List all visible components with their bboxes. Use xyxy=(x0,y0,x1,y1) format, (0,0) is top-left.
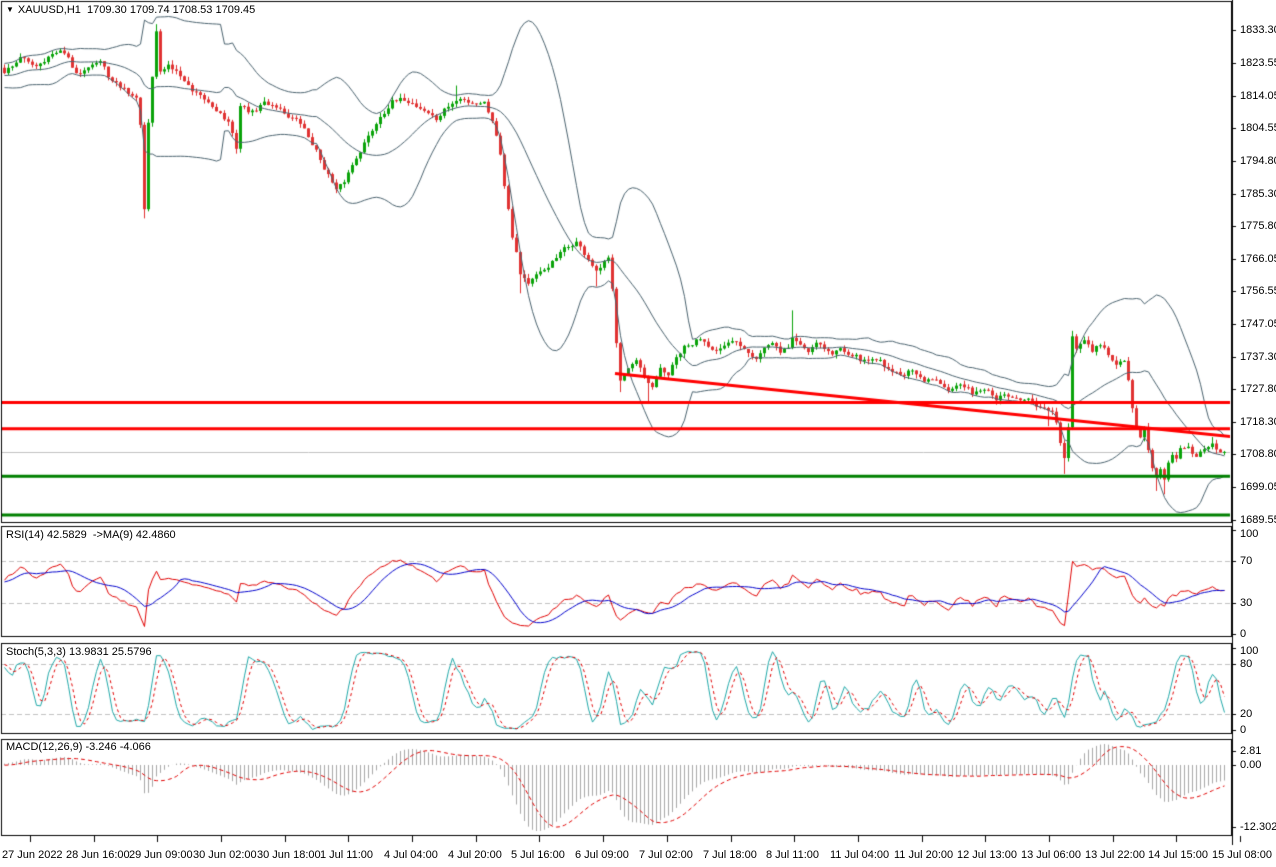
price-axis-label: 1708.80 xyxy=(1240,448,1276,461)
price-axis-label: 1804.55 xyxy=(1240,121,1276,134)
price-axis-label: 1785.30 xyxy=(1240,187,1276,200)
price-axis-label: 1718.30 xyxy=(1240,415,1276,428)
time-axis-label: 13 Jul 06:00 xyxy=(1021,849,1081,861)
time-axis-label: 4 Jul 04:00 xyxy=(384,849,438,861)
price-axis-label: 1766.05 xyxy=(1240,253,1276,266)
rsi-axis-label: 30 xyxy=(1240,596,1253,609)
time-axis-label: 28 Jun 16:00 xyxy=(66,849,130,861)
price-axis-label: 1814.05 xyxy=(1240,89,1276,102)
price-axis-label: 1794.80 xyxy=(1240,155,1276,168)
macd-axis-label: 2.81 xyxy=(1240,744,1262,757)
price-axis[interactable]: 1833.30 1823.55 1814.05 1804.55 1794.80 1785.… xyxy=(1232,0,1276,845)
time-axis-label: 11 Jul 20:00 xyxy=(894,849,954,861)
price-axis-label: 1737.30 xyxy=(1240,351,1276,364)
time-axis-label: 30 Jun 18:00 xyxy=(257,849,321,861)
price-axis-label: 1823.55 xyxy=(1240,57,1276,70)
price-axis-label: 1689.55 xyxy=(1240,513,1276,526)
symbol-dropdown-icon[interactable]: ▼ xyxy=(6,5,14,14)
time-axis-label: 30 Jun 02:00 xyxy=(193,849,257,861)
price-axis-label: 1775.80 xyxy=(1240,219,1276,232)
stoch-axis-label: 80 xyxy=(1240,658,1253,671)
time-axis-label: 5 Jul 16:00 xyxy=(511,849,565,861)
symbol-label: XAUUSD,H1 xyxy=(17,4,81,16)
stoch-axis-label: 20 xyxy=(1240,707,1253,720)
time-axis-label: 1 Jul 11:00 xyxy=(320,849,374,861)
time-axis-label: 7 Jul 18:00 xyxy=(703,849,757,861)
time-axis-label: 7 Jul 02:00 xyxy=(639,849,693,861)
chart-title: ▼ XAUUSD,H1 1709.30 1709.74 1708.53 1709.… xyxy=(6,3,255,17)
chart-window: ▼ XAUUSD,H1 1709.30 1709.74 1708.53 1709.… xyxy=(0,0,1276,867)
price-axis-label: 1833.30 xyxy=(1240,24,1276,36)
ohlc-values: 1709.30 1709.74 1708.53 1709.45 xyxy=(87,4,256,16)
stoch-axis-label: 100 xyxy=(1240,645,1259,657)
time-axis[interactable]: 27 Jun 2022 28 Jun 16:00 29 Jun 09:00 30 Ju… xyxy=(0,845,1276,867)
time-axis-label: 27 Jun 2022 xyxy=(2,849,63,861)
time-axis-label: 6 Jul 09:00 xyxy=(575,849,629,861)
time-axis-label: 29 Jun 09:00 xyxy=(129,849,193,861)
price-axis-label: 1727.80 xyxy=(1240,383,1276,396)
time-axis-label: 11 Jul 04:00 xyxy=(830,849,890,861)
price-axis-label: 1747.05 xyxy=(1240,317,1276,330)
time-axis-label: 14 Jul 15:00 xyxy=(1148,849,1208,861)
macd-axis-label: 0.00 xyxy=(1240,758,1262,771)
time-axis-label: 13 Jul 22:00 xyxy=(1085,849,1145,861)
stoch-indicator-label: Stoch(5,3,3) 13.9831 25.5796 xyxy=(6,646,152,658)
price-axis-label: 1699.05 xyxy=(1240,481,1276,494)
macd-indicator-label: MACD(12,26,9) -3.246 -4.066 xyxy=(6,741,151,753)
price-axis-label: 1756.55 xyxy=(1240,285,1276,298)
rsi-indicator-label: RSI(14) 42.5829 ->MA(9) 42.4860 xyxy=(6,529,176,541)
rsi-axis-label: 100 xyxy=(1240,528,1259,540)
time-axis-label: 8 Jul 11:00 xyxy=(766,849,820,861)
macd-axis-label: -12.302 xyxy=(1240,821,1276,834)
stoch-axis-label: 0 xyxy=(1240,724,1247,736)
time-axis-label: 15 Jul 08:00 xyxy=(1212,849,1272,861)
rsi-axis-label: 70 xyxy=(1240,555,1253,568)
price-chart-canvas[interactable] xyxy=(0,0,1276,867)
time-axis-label: 12 Jul 13:00 xyxy=(957,849,1017,861)
time-axis-label: 4 Jul 20:00 xyxy=(448,849,502,861)
rsi-axis-label: 0 xyxy=(1240,628,1247,640)
